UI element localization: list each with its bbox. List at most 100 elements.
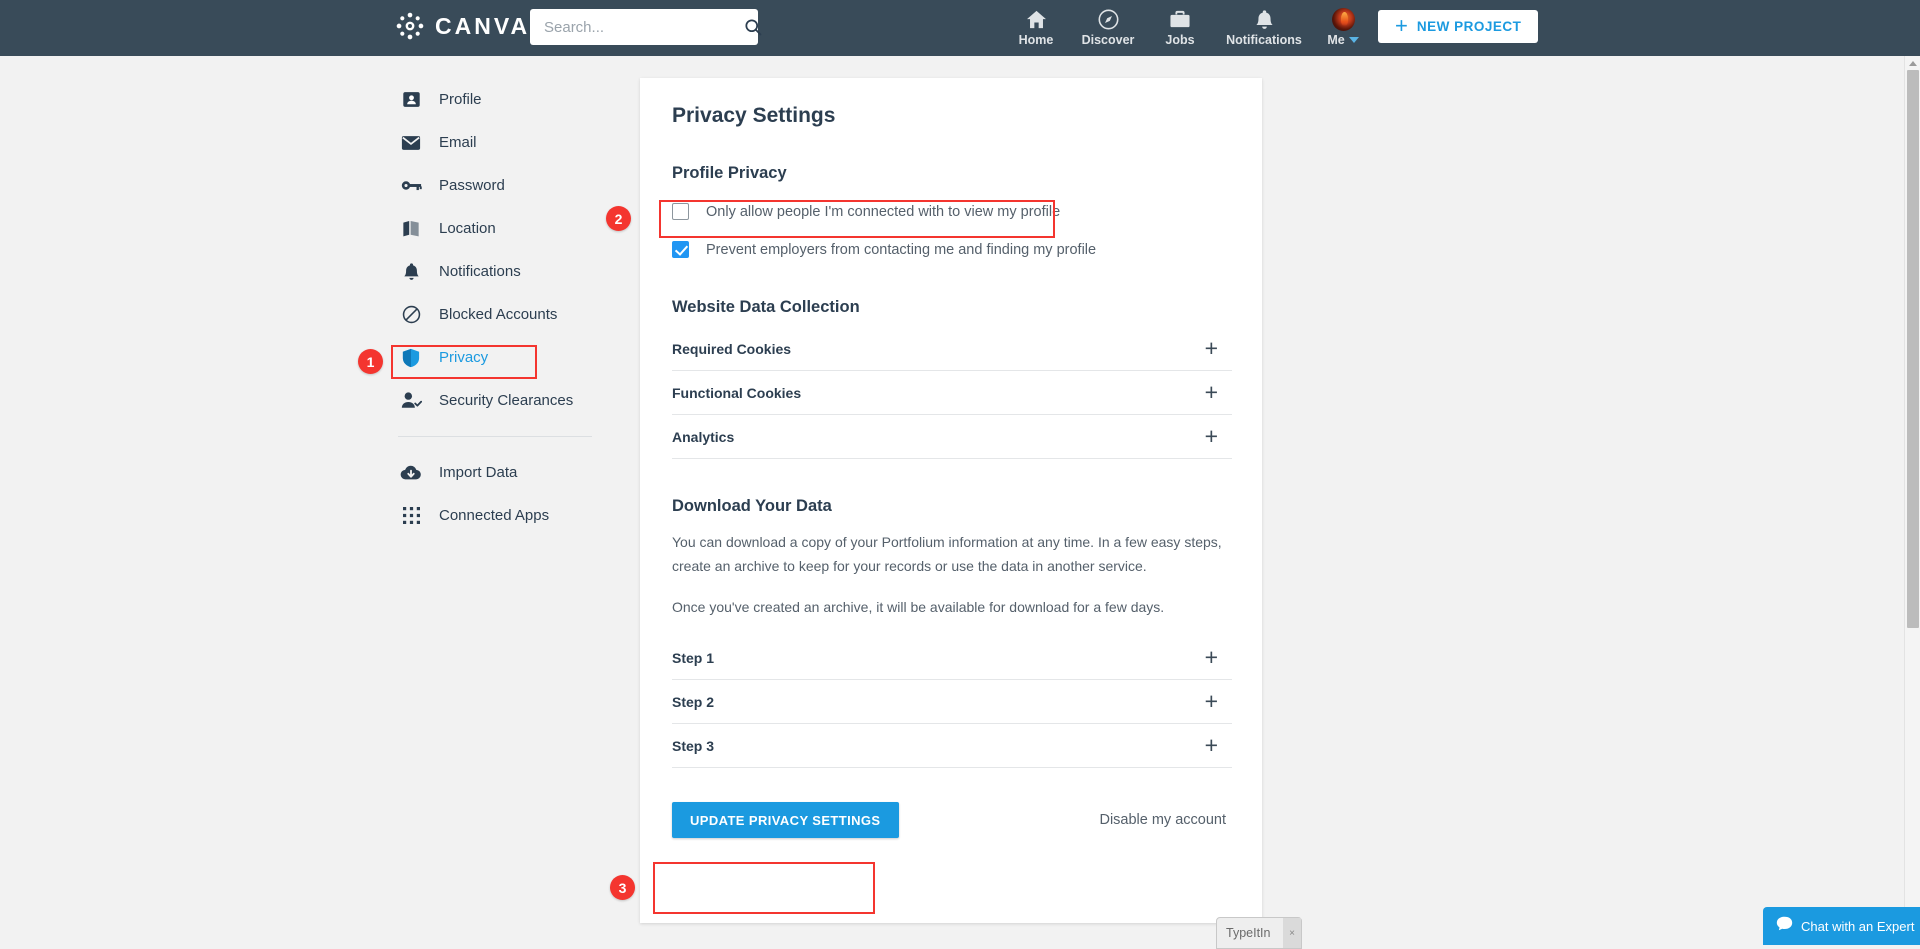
- settings-sidebar: Profile Email Password Location Notifica…: [388, 78, 600, 537]
- key-icon: [400, 175, 422, 197]
- nav-item-discover-label: Discover: [1081, 33, 1135, 47]
- card-footer: UPDATE PRIVACY SETTINGS Disable my accou…: [672, 802, 1232, 839]
- sidebar-item-blocked-accounts[interactable]: Blocked Accounts: [388, 293, 600, 336]
- person-check-icon: [400, 390, 422, 412]
- privacy-settings-card: Privacy Settings Profile Privacy Only al…: [640, 78, 1262, 923]
- search-box[interactable]: [530, 9, 762, 45]
- typeitin-widget[interactable]: TypeItIn ×: [1216, 917, 1302, 949]
- accordion-required-cookies[interactable]: Required Cookies +: [672, 327, 1232, 371]
- search-input[interactable]: [544, 18, 743, 36]
- grid-apps-icon: [400, 505, 422, 527]
- sidebar-item-notifications[interactable]: Notifications: [388, 250, 600, 293]
- sidebar-item-blocked-accounts-label: Blocked Accounts: [439, 306, 558, 323]
- page-scrollbar[interactable]: [1904, 56, 1920, 945]
- bell-icon: [400, 261, 422, 283]
- top-navigation-bar: CANVAS Home Discover: [0, 0, 1920, 56]
- nav-item-me-label: Me: [1327, 33, 1345, 47]
- chat-with-expert-label: Chat with an Expert: [1801, 918, 1915, 934]
- compass-icon: [1098, 8, 1119, 30]
- bell-icon: [1255, 8, 1274, 30]
- block-icon: [400, 304, 422, 326]
- map-icon: [400, 218, 422, 240]
- sidebar-item-security-clearances[interactable]: Security Clearances: [388, 379, 600, 422]
- person-card-icon: [400, 89, 422, 111]
- plus-icon[interactable]: +: [1205, 425, 1232, 448]
- plus-icon[interactable]: +: [1205, 646, 1232, 669]
- close-icon[interactable]: ×: [1283, 918, 1301, 948]
- sidebar-item-import-data[interactable]: Import Data: [388, 451, 600, 494]
- accordion-step-2[interactable]: Step 2 +: [672, 680, 1232, 725]
- plus-icon[interactable]: +: [1205, 690, 1232, 713]
- card-bottom-strip: [1190, 895, 1242, 919]
- accordion-analytics[interactable]: Analytics +: [672, 415, 1232, 459]
- nav-item-me[interactable]: Me: [1312, 3, 1374, 47]
- nav-items: Home Discover Jobs Notifications Me: [1000, 3, 1374, 47]
- nav-item-home-label: Home: [1018, 33, 1054, 47]
- checkbox-row-connections-only[interactable]: Only allow people I'm connected with to …: [672, 203, 1232, 220]
- new-project-label: NEW PROJECT: [1416, 19, 1522, 34]
- accordion-step-1[interactable]: Step 1 +: [672, 636, 1232, 681]
- accordion-analytics-label: Analytics: [672, 428, 735, 445]
- sidebar-item-connected-apps[interactable]: Connected Apps: [388, 494, 600, 537]
- plus-icon[interactable]: +: [1205, 337, 1232, 360]
- sidebar-item-security-clearances-label: Security Clearances: [439, 392, 574, 409]
- plus-icon[interactable]: +: [1205, 381, 1232, 404]
- sidebar-item-connected-apps-label: Connected Apps: [439, 507, 550, 524]
- nav-item-discover[interactable]: Discover: [1072, 3, 1144, 47]
- sidebar-item-location[interactable]: Location: [388, 207, 600, 250]
- scrollbar-thumb[interactable]: [1907, 70, 1919, 628]
- sidebar-divider: [398, 436, 592, 437]
- annotation-badge-3: 3: [610, 875, 635, 900]
- checkbox-row-prevent-employers[interactable]: Prevent employers from contacting me and…: [672, 241, 1232, 258]
- sidebar-item-location-label: Location: [439, 220, 496, 237]
- chevron-down-icon[interactable]: [1348, 37, 1359, 43]
- sidebar-item-import-data-label: Import Data: [439, 464, 518, 481]
- sidebar-item-privacy-label: Privacy: [439, 349, 489, 366]
- prevent-employers-label: Prevent employers from contacting me and…: [706, 241, 1097, 258]
- chat-bubble-icon: [1776, 916, 1793, 936]
- accordion-functional-cookies-label: Functional Cookies: [672, 384, 802, 401]
- nav-item-jobs-label: Jobs: [1165, 33, 1195, 47]
- disable-my-account-link[interactable]: Disable my account: [1099, 812, 1226, 828]
- scrollbar-up-arrow-icon[interactable]: [1909, 61, 1917, 66]
- typeitin-label: TypeItIn: [1226, 926, 1271, 940]
- connections-only-label: Only allow people I'm connected with to …: [706, 203, 1061, 220]
- sidebar-item-privacy[interactable]: Privacy: [388, 336, 600, 379]
- download-paragraph-1: You can download a copy of your Portfoli…: [672, 534, 1222, 575]
- sidebar-item-email-label: Email: [439, 134, 477, 151]
- connections-only-checkbox[interactable]: [672, 203, 689, 220]
- download-paragraph-2: Once you've created an archive, it will …: [672, 599, 1165, 616]
- sidebar-item-email[interactable]: Email: [388, 121, 600, 164]
- me-row: Me: [1327, 33, 1359, 47]
- home-icon: [1026, 8, 1047, 30]
- accordion-step-1-label: Step 1: [672, 649, 715, 666]
- search-icon[interactable]: [743, 17, 763, 37]
- accordion-step-3[interactable]: Step 3 +: [672, 724, 1232, 769]
- nav-item-notifications-label: Notifications: [1226, 33, 1302, 47]
- sidebar-item-notifications-label: Notifications: [439, 263, 521, 280]
- annotation-badge-2: 2: [606, 206, 631, 231]
- accordion-functional-cookies[interactable]: Functional Cookies +: [672, 371, 1232, 415]
- sidebar-item-profile[interactable]: Profile: [388, 78, 600, 121]
- accordion-step-3-label: Step 3: [672, 737, 715, 754]
- website-data-collection-heading: Website Data Collection: [672, 298, 860, 316]
- prevent-employers-checkbox[interactable]: [672, 241, 689, 258]
- profile-privacy-heading: Profile Privacy: [672, 164, 787, 182]
- nav-item-jobs[interactable]: Jobs: [1144, 3, 1216, 47]
- plus-icon: +: [1395, 12, 1408, 38]
- cloud-download-icon: [400, 462, 422, 484]
- shield-icon: [400, 347, 422, 369]
- nav-item-home[interactable]: Home: [1000, 3, 1072, 47]
- update-privacy-settings-button[interactable]: UPDATE PRIVACY SETTINGS: [672, 802, 899, 839]
- avatar: [1331, 7, 1355, 31]
- nav-item-notifications[interactable]: Notifications: [1216, 3, 1312, 47]
- annotation-badge-1: 1: [358, 349, 383, 374]
- canvas-logo-icon: [395, 11, 425, 41]
- accordion-required-cookies-label: Required Cookies: [672, 340, 792, 357]
- chat-with-expert-button[interactable]: Chat with an Expert: [1763, 907, 1920, 945]
- sidebar-item-password[interactable]: Password: [388, 164, 600, 207]
- envelope-icon: [400, 132, 422, 154]
- plus-icon[interactable]: +: [1205, 734, 1232, 757]
- new-project-button[interactable]: + NEW PROJECT: [1378, 10, 1539, 43]
- brand-logo[interactable]: CANVAS: [395, 11, 548, 41]
